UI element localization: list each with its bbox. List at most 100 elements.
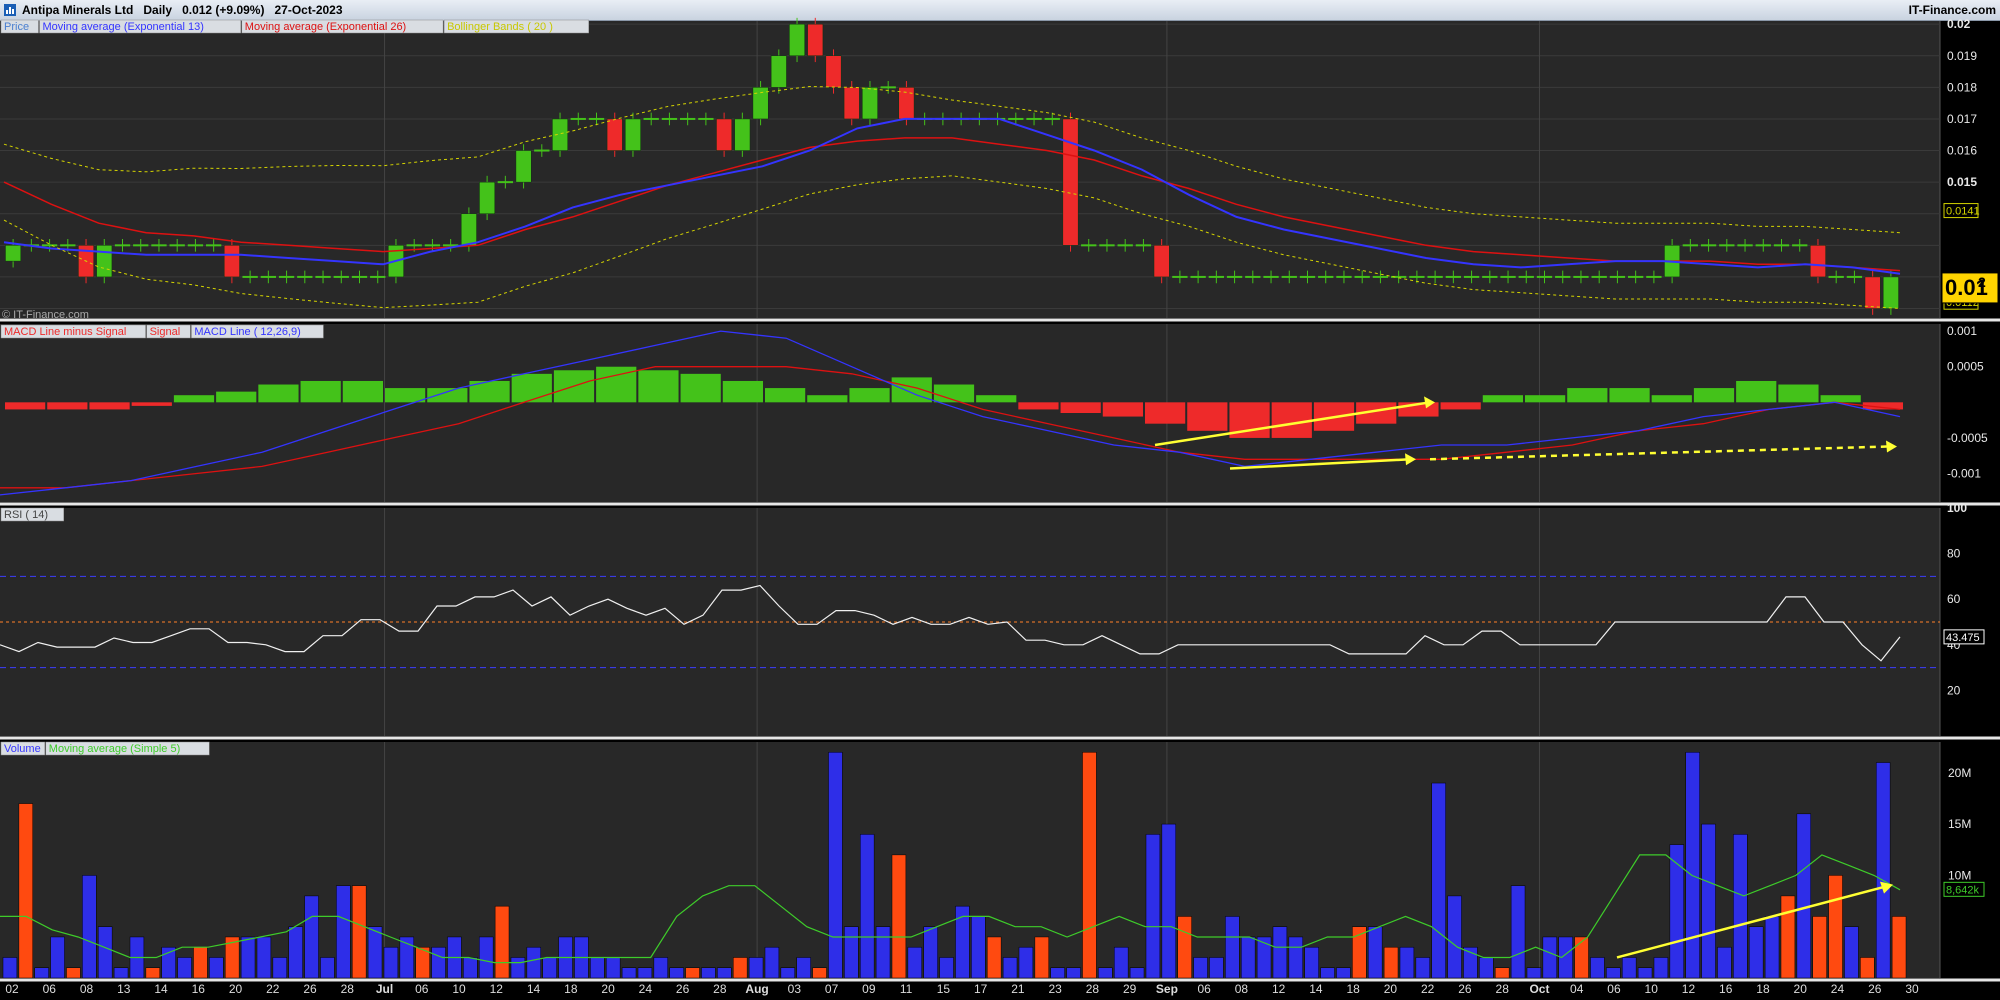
x-tick-label: 12 — [490, 982, 504, 996]
x-tick-label: 14 — [154, 982, 168, 996]
candle-body-flat — [1372, 275, 1389, 278]
price-y-tick: 0.015 — [1947, 175, 1977, 189]
candle-body — [752, 87, 769, 120]
macd-histogram-bar — [638, 370, 679, 403]
x-tick-label: 06 — [1607, 982, 1621, 996]
candle-body-flat — [1427, 275, 1443, 278]
macd-histogram-bar — [89, 402, 130, 410]
candle-body-flat — [315, 275, 331, 278]
macd-histogram-bar — [427, 388, 468, 403]
x-tick-label: 24 — [1831, 982, 1845, 996]
volume-bar — [1669, 844, 1684, 979]
macd-histogram-bar — [300, 380, 341, 403]
chart-canvas[interactable]: 02 06 08 13 14 16 20 22 26 28 Jul 06 10 12 14 18 20 24 26 2… — [0, 0, 2000, 1000]
volume-bar — [193, 946, 208, 979]
volume-bar — [113, 967, 129, 979]
candle-body — [770, 55, 787, 88]
volume-bar — [336, 885, 351, 979]
price-legend-item: Moving average (Exponential 13) — [43, 21, 204, 33]
candle-body-flat — [1263, 275, 1279, 278]
candle-body-flat — [1500, 275, 1516, 278]
x-tick-label: 16 — [1719, 982, 1733, 996]
x-tick-label: 08 — [1235, 982, 1249, 996]
x-tick-label: 28 — [713, 982, 727, 996]
candle-body-flat — [1773, 244, 1790, 247]
x-tick-label: Jul — [376, 982, 393, 996]
candle-body-flat — [1044, 117, 1060, 120]
candle-body-flat — [1646, 275, 1662, 278]
volume-y-tick: 10M — [1948, 868, 1971, 882]
candle-body-flat — [278, 275, 295, 278]
volume-bar — [1891, 916, 1907, 979]
price-y-tick: 0.016 — [1947, 144, 1977, 158]
macd-histogram-bar — [680, 373, 721, 403]
x-tick-label: 26 — [303, 982, 317, 996]
last-price-sup: 2 — [1978, 274, 1986, 290]
x-tick-label: 28 — [1496, 982, 1510, 996]
candle-body — [5, 245, 22, 262]
rsi-y-tick: 60 — [1947, 592, 1961, 606]
candle-body-flat — [1700, 244, 1717, 247]
candle-body-flat — [205, 244, 222, 247]
candle-body-flat — [661, 117, 678, 120]
volume-bar — [1574, 936, 1589, 979]
candle-body — [515, 150, 532, 183]
rsi-y-tick: 80 — [1947, 547, 1961, 561]
candle-body — [552, 118, 568, 151]
rsi-current-value: 43.475 — [1946, 632, 1980, 644]
volume-bar — [1828, 875, 1843, 979]
candle-body — [460, 213, 477, 246]
candle-body-flat — [1755, 244, 1771, 247]
volume-bar — [1510, 885, 1526, 979]
macd-histogram-bar — [1018, 402, 1059, 410]
candle-body — [862, 87, 878, 120]
x-tick-label: 16 — [192, 982, 206, 996]
volume-bar — [669, 967, 684, 979]
volume-bar — [479, 936, 494, 979]
macd-histogram-bar — [1525, 395, 1566, 403]
x-tick-label: 28 — [341, 982, 355, 996]
volume-bar — [272, 957, 287, 979]
x-tick-label: 18 — [1346, 982, 1360, 996]
volume-bar — [1637, 967, 1653, 979]
candle-body-flat — [333, 275, 349, 278]
candle-body-flat — [114, 244, 131, 247]
volume-bar — [1717, 946, 1732, 979]
x-tick-label: 14 — [527, 982, 541, 996]
rsi-legend-item: RSI ( 14) — [4, 509, 48, 521]
macd-legend-item: Signal — [150, 326, 181, 338]
x-tick-label: 02 — [5, 982, 19, 996]
volume-bar — [748, 957, 764, 979]
volume-bar — [431, 946, 446, 979]
volume-bar — [1018, 946, 1034, 979]
rsi-y-tick: 20 — [1947, 683, 1961, 697]
volume-bar — [1368, 926, 1383, 979]
volume-bar — [1336, 967, 1351, 979]
volume-bar — [939, 957, 954, 979]
volume-bar — [304, 895, 319, 979]
volume-legend-item: Moving average (Simple 5) — [49, 743, 180, 755]
volume-bar — [860, 834, 875, 979]
x-tick-label: 10 — [1645, 982, 1659, 996]
volume-bar — [812, 967, 827, 979]
x-tick-label: 26 — [1868, 982, 1882, 996]
candle-body-flat — [1099, 244, 1115, 247]
candle-body-flat — [1026, 117, 1042, 120]
candle-body-flat — [1445, 275, 1462, 278]
candle-body-flat — [1682, 244, 1699, 247]
volume-bar — [1161, 823, 1176, 979]
x-tick-label: 08 — [80, 982, 94, 996]
candle-body-flat — [1226, 275, 1243, 278]
volume-bar — [1145, 834, 1161, 979]
candle-body — [1810, 245, 1826, 278]
candle-body-flat — [1591, 275, 1607, 278]
candle-body-flat — [698, 117, 714, 120]
volume-bar — [1796, 813, 1811, 979]
volume-bar — [1209, 957, 1224, 979]
candle-body — [223, 245, 240, 278]
macd-histogram-bar — [173, 395, 215, 403]
volume-bar — [1685, 752, 1700, 979]
candle-body-flat — [1318, 275, 1334, 278]
volume-bar — [780, 967, 795, 979]
candle-body-flat — [260, 275, 277, 278]
